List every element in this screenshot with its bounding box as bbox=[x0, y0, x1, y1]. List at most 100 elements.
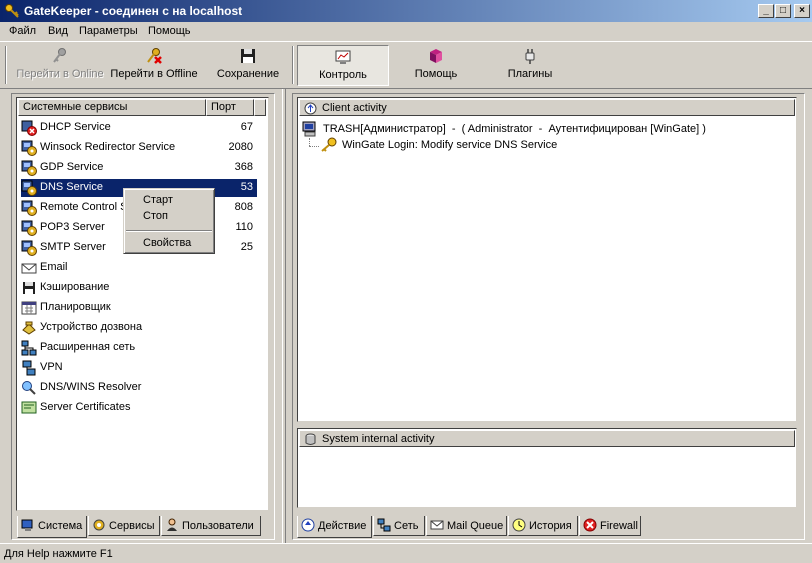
calendar-icon bbox=[21, 301, 37, 315]
client-activity-panel[interactable]: Client activity TRASH[Администратор] - (… bbox=[297, 97, 797, 422]
key-icon bbox=[321, 137, 337, 152]
column-header-port[interactable]: Порт bbox=[206, 99, 254, 116]
maximize-button[interactable]: □ bbox=[775, 4, 791, 18]
monitor-chart-icon bbox=[335, 50, 351, 64]
go-online-button[interactable]: Перейти в Online bbox=[14, 45, 106, 86]
network-icon bbox=[377, 518, 391, 532]
context-stop[interactable]: Стоп bbox=[143, 210, 168, 222]
service-name: GDP Service bbox=[40, 161, 104, 173]
context-start[interactable]: Старт bbox=[143, 194, 173, 206]
certificate-icon bbox=[21, 401, 37, 414]
service-port: 67 bbox=[240, 121, 253, 133]
menu-view[interactable]: Вид bbox=[48, 25, 68, 37]
tab-history[interactable]: История bbox=[508, 516, 578, 536]
minimize-button[interactable]: _ bbox=[758, 4, 774, 18]
action-icon bbox=[301, 518, 315, 532]
save-button[interactable]: Сохранение bbox=[210, 45, 286, 86]
service-gear-icon bbox=[21, 240, 37, 256]
service-name: VPN bbox=[40, 361, 63, 373]
toolbar-grip bbox=[5, 46, 7, 84]
cylinder-icon bbox=[305, 433, 316, 445]
service-port: 368 bbox=[234, 161, 253, 173]
service-row[interactable]: Расширенная сеть bbox=[21, 339, 257, 357]
window-title: GateKeeper - соединен с на localhost bbox=[24, 4, 243, 18]
users-icon bbox=[167, 518, 177, 531]
service-name: DNS/WINS Resolver bbox=[40, 381, 142, 393]
tab-network[interactable]: Сеть bbox=[373, 516, 425, 536]
title-bar[interactable]: GateKeeper - соединен с на localhost _ □… bbox=[0, 0, 812, 22]
tab-users[interactable]: Пользователи bbox=[161, 516, 261, 536]
session-line[interactable]: TRASH[Администратор] - ( Administrator -… bbox=[323, 123, 706, 135]
close-button[interactable]: × bbox=[794, 4, 810, 18]
service-port: 808 bbox=[234, 201, 253, 213]
menu-settings[interactable]: Параметры bbox=[79, 25, 138, 37]
service-name: DNS Service bbox=[40, 181, 103, 193]
mail-icon bbox=[430, 520, 444, 530]
tree-line bbox=[309, 138, 310, 146]
help-button[interactable]: Помощь bbox=[398, 45, 474, 86]
tab-firewall[interactable]: Firewall bbox=[579, 516, 641, 536]
services-list[interactable]: Системные сервисы Порт DHCP Service 67 Win… bbox=[16, 97, 269, 511]
service-row[interactable]: GDP Service 368 bbox=[21, 159, 257, 177]
activity-icon bbox=[304, 102, 317, 115]
service-gear-icon bbox=[21, 180, 37, 196]
service-name: Server Certificates bbox=[40, 401, 131, 413]
envelope-icon bbox=[21, 263, 37, 274]
system-icon bbox=[21, 519, 33, 531]
control-button[interactable]: Контроль bbox=[297, 45, 389, 86]
service-row[interactable]: Winsock Redirector Service 2080 bbox=[21, 139, 257, 157]
service-row[interactable]: Email bbox=[21, 259, 257, 277]
service-row[interactable]: DNS/WINS Resolver bbox=[21, 379, 257, 397]
system-activity-panel[interactable]: System internal activity bbox=[297, 428, 797, 508]
service-row[interactable]: DHCP Service 67 bbox=[21, 119, 257, 137]
service-gear-icon bbox=[21, 160, 37, 176]
service-port: 25 bbox=[240, 241, 253, 253]
tab-services[interactable]: Сервисы bbox=[88, 516, 160, 536]
menu-help[interactable]: Помощь bbox=[148, 25, 191, 37]
plugins-button[interactable]: Плагины bbox=[492, 45, 568, 86]
key-gray-icon bbox=[53, 48, 66, 63]
service-row[interactable]: Кэширование bbox=[21, 279, 257, 297]
key-cross-icon bbox=[147, 48, 162, 64]
splitter[interactable] bbox=[282, 89, 286, 543]
menu-bar: Файл Вид Параметры Помощь bbox=[0, 22, 812, 41]
service-row[interactable]: Планировщик bbox=[21, 299, 257, 317]
service-row[interactable]: Server Certificates bbox=[21, 399, 257, 417]
resolver-icon bbox=[22, 381, 36, 395]
tab-action[interactable]: Действие bbox=[297, 516, 372, 538]
service-name: SMTP Server bbox=[40, 241, 106, 253]
service-gear-icon bbox=[21, 140, 37, 156]
tab-mail-queue[interactable]: Mail Queue bbox=[426, 516, 507, 536]
menu-file[interactable]: Файл bbox=[9, 25, 36, 37]
column-header-name[interactable]: Системные сервисы bbox=[18, 99, 206, 116]
service-row[interactable]: Устройство дозвона bbox=[21, 319, 257, 337]
plug-icon bbox=[525, 49, 535, 64]
service-port: 53 bbox=[240, 181, 253, 193]
firewall-icon bbox=[583, 518, 597, 532]
service-port: 2080 bbox=[228, 141, 253, 153]
network-icon bbox=[21, 340, 37, 356]
service-gear-icon bbox=[21, 200, 37, 216]
services-icon bbox=[93, 519, 105, 531]
service-stopped-icon bbox=[21, 120, 37, 136]
context-separator bbox=[126, 230, 212, 232]
client-activity-header: Client activity bbox=[299, 99, 795, 116]
phone-icon bbox=[22, 321, 36, 335]
service-name: Устройство дозвона bbox=[40, 321, 143, 333]
vpn-icon bbox=[22, 360, 36, 376]
context-menu: Старт Стоп Свойства bbox=[123, 188, 215, 254]
system-activity-header: System internal activity bbox=[299, 430, 795, 447]
context-properties[interactable]: Свойства bbox=[143, 237, 191, 249]
service-gear-icon bbox=[21, 220, 37, 236]
status-text: Для Help нажмите F1 bbox=[4, 548, 113, 560]
clock-icon bbox=[512, 518, 526, 532]
tab-system[interactable]: Система bbox=[17, 516, 87, 538]
event-line[interactable]: WinGate Login: Modify service DNS Servic… bbox=[342, 139, 557, 151]
column-header-filler bbox=[254, 99, 266, 116]
book-icon bbox=[430, 49, 442, 63]
service-name: Планировщик bbox=[40, 301, 111, 313]
service-row[interactable]: VPN bbox=[21, 359, 257, 377]
service-name: DHCP Service bbox=[40, 121, 111, 133]
service-name: Кэширование bbox=[40, 281, 110, 293]
go-offline-button[interactable]: Перейти в Offline bbox=[108, 45, 200, 86]
